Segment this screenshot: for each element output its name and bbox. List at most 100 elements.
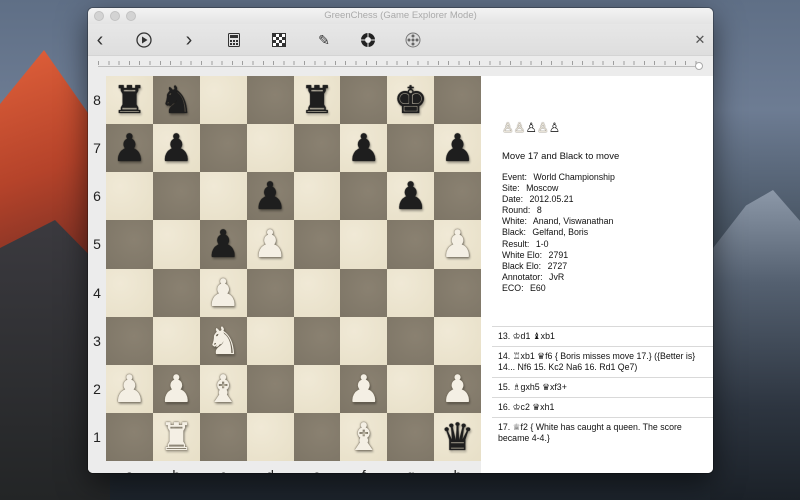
square-b5[interactable]: [152, 220, 200, 269]
square-h8[interactable]: [434, 76, 481, 125]
board-icon[interactable]: [270, 31, 288, 49]
move-slider[interactable]: [88, 56, 713, 76]
black-pawn-icon[interactable]: ♟: [253, 177, 287, 215]
square-b3[interactable]: [152, 316, 200, 365]
square-f4[interactable]: [340, 268, 388, 317]
square-c7[interactable]: [199, 124, 247, 173]
square-c5[interactable]: ♟: [199, 220, 247, 269]
white-pawn-icon[interactable]: ♟: [347, 370, 381, 408]
square-g4[interactable]: [387, 268, 435, 317]
square-e7[interactable]: [293, 124, 341, 173]
square-d3[interactable]: [246, 316, 294, 365]
black-king-icon[interactable]: ♚: [394, 81, 428, 119]
square-h3[interactable]: [434, 316, 481, 365]
square-e2[interactable]: [293, 364, 341, 413]
square-e5[interactable]: [293, 220, 341, 269]
back-icon[interactable]: ‹: [91, 29, 109, 51]
square-a2[interactable]: ♟: [106, 364, 153, 413]
engine-icon[interactable]: [359, 31, 377, 49]
square-g1[interactable]: [387, 412, 435, 461]
openings-icon[interactable]: [404, 31, 422, 49]
black-queen-icon[interactable]: ♛: [441, 418, 475, 456]
square-f5[interactable]: [340, 220, 388, 269]
square-a6[interactable]: [106, 172, 153, 221]
square-f7[interactable]: ♟: [340, 124, 388, 173]
square-d6[interactable]: ♟: [246, 172, 294, 221]
chess-board[interactable]: ♜ ♞ ♜ ♚ ♟ ♟ ♟ ♟ ♟ ♟ ♟ ♟ ♟ ♟ ♞ ♟ ♟ ♝ ♟ ♟ ♜ ♝ ♛: [106, 76, 481, 461]
square-b2[interactable]: ♟: [152, 364, 200, 413]
move-entry[interactable]: 17. ♕f2 { White has caught a queen. The …: [492, 417, 713, 448]
square-g7[interactable]: [387, 124, 435, 173]
white-knight-icon[interactable]: ♞: [206, 322, 240, 360]
square-d7[interactable]: [246, 124, 294, 173]
black-rook-icon[interactable]: ♜: [112, 81, 146, 119]
white-bishop-icon[interactable]: ♝: [347, 418, 381, 456]
square-g8[interactable]: ♚: [387, 76, 435, 125]
square-d5[interactable]: ♟: [246, 220, 294, 269]
square-a1[interactable]: [106, 412, 153, 461]
square-e4[interactable]: [293, 268, 341, 317]
move-entry[interactable]: 13. ♔d1 ♝xb1: [492, 326, 713, 346]
square-d8[interactable]: [246, 76, 294, 125]
black-knight-icon[interactable]: ♞: [159, 81, 193, 119]
square-d1[interactable]: [246, 412, 294, 461]
square-c4[interactable]: ♟: [199, 268, 247, 317]
calculator-icon[interactable]: [225, 31, 243, 49]
square-f8[interactable]: [340, 76, 388, 125]
square-f3[interactable]: [340, 316, 388, 365]
square-h1[interactable]: ♛: [434, 412, 481, 461]
square-h4[interactable]: [434, 268, 481, 317]
white-pawn-icon[interactable]: ♟: [112, 370, 146, 408]
square-b7[interactable]: ♟: [152, 124, 200, 173]
black-pawn-icon[interactable]: ♟: [441, 129, 475, 167]
square-a7[interactable]: ♟: [106, 124, 153, 173]
square-h5[interactable]: ♟: [434, 220, 481, 269]
square-g5[interactable]: [387, 220, 435, 269]
square-f1[interactable]: ♝: [340, 412, 388, 461]
white-pawn-icon[interactable]: ♟: [206, 274, 240, 312]
white-pawn-icon[interactable]: ♟: [441, 370, 475, 408]
square-e8[interactable]: ♜: [293, 76, 341, 125]
white-pawn-icon[interactable]: ♟: [441, 225, 475, 263]
black-pawn-icon[interactable]: ♟: [159, 129, 193, 167]
play-icon[interactable]: [135, 31, 153, 49]
square-c6[interactable]: [199, 172, 247, 221]
square-d2[interactable]: [246, 364, 294, 413]
square-e1[interactable]: [293, 412, 341, 461]
edit-icon[interactable]: ✎: [315, 31, 333, 49]
white-pawn-icon[interactable]: ♟: [159, 370, 193, 408]
square-c2[interactable]: ♝: [199, 364, 247, 413]
square-e6[interactable]: [293, 172, 341, 221]
move-entry[interactable]: 15. ♗gxh5 ♛xf3+: [492, 377, 713, 397]
square-h6[interactable]: [434, 172, 481, 221]
white-rook-icon[interactable]: ♜: [159, 418, 193, 456]
black-pawn-icon[interactable]: ♟: [347, 129, 381, 167]
square-g2[interactable]: [387, 364, 435, 413]
square-d4[interactable]: [246, 268, 294, 317]
black-pawn-icon[interactable]: ♟: [206, 225, 240, 263]
square-g3[interactable]: [387, 316, 435, 365]
white-bishop-icon[interactable]: ♝: [206, 370, 240, 408]
slider-knob[interactable]: [695, 62, 703, 70]
square-f2[interactable]: ♟: [340, 364, 388, 413]
move-entry[interactable]: 14. ♖xb1 ♛f6 { Boris misses move 17.} ({…: [492, 346, 713, 377]
square-a5[interactable]: [106, 220, 153, 269]
square-b8[interactable]: ♞: [152, 76, 200, 125]
forward-icon[interactable]: ›: [180, 29, 198, 51]
square-f6[interactable]: [340, 172, 388, 221]
square-c8[interactable]: [199, 76, 247, 125]
square-b1[interactable]: ♜: [152, 412, 200, 461]
square-h2[interactable]: ♟: [434, 364, 481, 413]
square-b6[interactable]: [152, 172, 200, 221]
square-c1[interactable]: [199, 412, 247, 461]
square-e3[interactable]: [293, 316, 341, 365]
square-c3[interactable]: ♞: [199, 316, 247, 365]
black-pawn-icon[interactable]: ♟: [112, 129, 146, 167]
move-entry[interactable]: 16. ♔c2 ♛xh1: [492, 397, 713, 417]
square-a4[interactable]: [106, 268, 153, 317]
close-icon[interactable]: ✕: [691, 31, 709, 49]
square-h7[interactable]: ♟: [434, 124, 481, 173]
square-b4[interactable]: [152, 268, 200, 317]
black-rook-icon[interactable]: ♜: [300, 81, 334, 119]
white-pawn-icon[interactable]: ♟: [253, 225, 287, 263]
